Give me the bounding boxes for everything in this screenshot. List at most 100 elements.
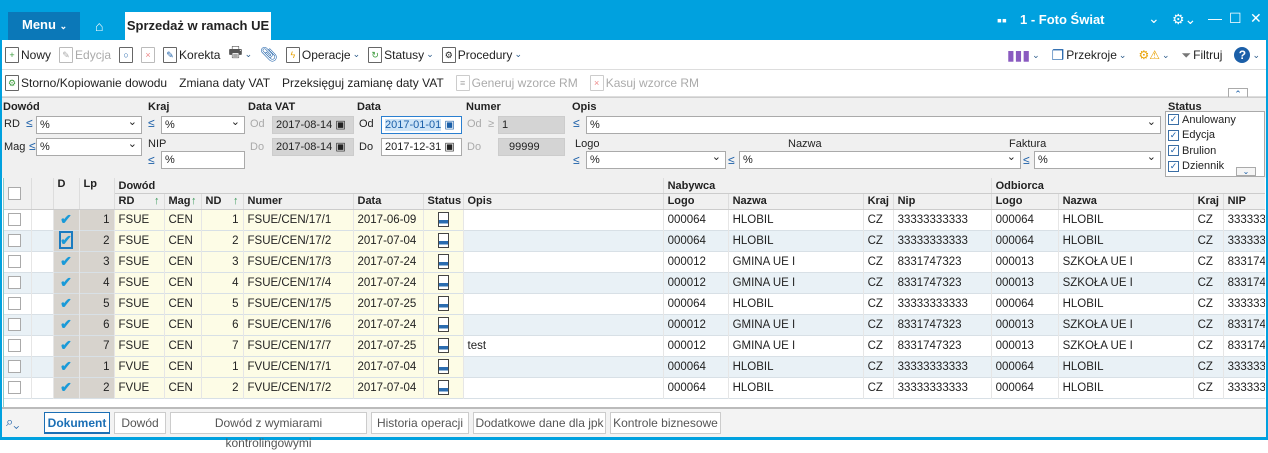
help-button[interactable]: ? ⌄ [1234, 47, 1260, 63]
le-operator[interactable]: ≤ [148, 153, 155, 167]
chart-button[interactable]: ▮▮▮ ⌄ [1007, 47, 1040, 64]
table-row[interactable]: ✔ 7 FSUE CEN 7 FSUE/CEN/17/7 2017-07-25 test 000… [4, 335, 1265, 356]
home-icon[interactable]: ⌂ [95, 18, 103, 34]
vat-date-from[interactable]: 2017-08-14 ▣ [272, 116, 354, 134]
nabywca-logo-header[interactable]: Logo [663, 193, 729, 210]
table-row[interactable]: ✔ 2 FVUE CEN 2 FVUE/CEN/17/2 2017-07-04 000064 H… [4, 377, 1265, 398]
le-operator[interactable]: ≤ [1023, 153, 1030, 167]
opis-column-header[interactable]: Opis [463, 193, 664, 210]
checked-icon[interactable]: ✔ [60, 379, 72, 395]
checked-icon[interactable]: ✔ [60, 337, 72, 353]
d-cell[interactable]: ✔ [53, 314, 80, 335]
data-column-header[interactable]: Data [353, 193, 424, 210]
row-checkbox[interactable] [8, 255, 21, 268]
repost-vat-button[interactable]: Przeksięguj zamianę daty VAT [282, 76, 444, 90]
checked-icon[interactable]: ✔ [60, 253, 72, 269]
nd-column-header[interactable]: ND ↑ [201, 193, 244, 210]
tab-dokument[interactable]: Dokument [44, 412, 110, 434]
d-cell[interactable]: ✔ [53, 293, 80, 314]
row-select-cell[interactable] [4, 209, 32, 230]
row-select-cell[interactable] [4, 377, 32, 398]
edit-button[interactable]: ✎ Edycja [59, 46, 111, 63]
d-cell[interactable]: ✔ [53, 230, 80, 251]
new-button[interactable]: + Nowy [5, 46, 51, 63]
number-to[interactable]: 99999 [498, 138, 565, 156]
lp-header[interactable]: Lp [79, 178, 115, 210]
le-operator[interactable]: ≤ [573, 116, 580, 130]
row-select-cell[interactable] [4, 230, 32, 251]
close-icon[interactable]: ✕ [1250, 10, 1262, 27]
row-checkbox[interactable] [8, 213, 21, 226]
d-cell[interactable]: ✔ [53, 272, 80, 293]
d-cell[interactable]: ✔ [53, 209, 80, 230]
table-row[interactable]: ✔ 1 FVUE CEN 1 FVUE/CEN/17/1 2017-07-04 000064 H… [4, 356, 1265, 377]
odbiorca-kraj-header[interactable]: Kraj [1193, 193, 1224, 210]
d-header[interactable]: D [53, 178, 80, 210]
table-row[interactable]: ✔ 4 FSUE CEN 4 FSUE/CEN/17/4 2017-07-24 000012 G… [4, 272, 1265, 293]
table-row[interactable]: ✔ 2 FSUE CEN 2 FSUE/CEN/17/2 2017-07-04 000064 H… [4, 230, 1265, 251]
rd-column-header[interactable]: RD ↑ [114, 193, 165, 210]
row-checkbox[interactable] [8, 297, 21, 310]
status-cell[interactable] [423, 209, 464, 230]
row-checkbox[interactable] [8, 318, 21, 331]
status-scroll-down-button[interactable]: ⌄ [1236, 167, 1256, 176]
status-list[interactable]: ✓ Anulowany ✓ Edycja ✓ Brulion ✓ Dziennik ⌄ [1165, 111, 1265, 177]
tab-sprzedaz-ue[interactable]: Sprzedaż w ramach UE [125, 12, 271, 40]
tab-dowod[interactable]: Dowód [114, 412, 166, 434]
tab-dowod-wymiary[interactable]: Dowód z wymiarami kontrolingowymi [170, 412, 367, 450]
odbiorca-nazwa-header[interactable]: Nazwa [1058, 193, 1194, 210]
rd-select[interactable]: % [36, 114, 142, 134]
storno-button[interactable]: ⚙ Storno/Kopiowanie dowodu [5, 75, 167, 91]
delete-rm-button[interactable]: × Kasuj wzorce RM [589, 75, 699, 91]
status-column-header[interactable]: Status [423, 193, 464, 210]
le-operator[interactable]: ≤ [573, 153, 580, 167]
status-cell[interactable] [423, 335, 464, 356]
preview-button[interactable]: ○ [119, 46, 134, 63]
nabywca-kraj-header[interactable]: Kraj [863, 193, 894, 210]
print-button[interactable]: 🖶 ⌄ [228, 42, 252, 67]
status-cell[interactable] [423, 377, 464, 398]
status-anulowany[interactable]: ✓ Anulowany [1168, 112, 1264, 128]
operations-button[interactable]: ϟ Operacje ⌄ [285, 46, 360, 63]
menu-button[interactable]: Menu ⌄ [8, 12, 80, 40]
row-checkbox[interactable] [8, 339, 21, 352]
checked-icon[interactable]: ✔ [60, 274, 72, 290]
maximize-icon[interactable]: ☐ [1229, 10, 1242, 27]
checked-icon[interactable]: ✔ [60, 316, 72, 332]
odbiorca-nip-header[interactable]: NIP [1223, 193, 1265, 210]
table-row[interactable]: ✔ 3 FSUE CEN 3 FSUE/CEN/17/3 2017-07-24 000012 G… [4, 251, 1265, 272]
le-operator[interactable]: ≤ [148, 116, 155, 130]
checked-icon[interactable]: ✔ [59, 231, 73, 249]
checked-icon[interactable]: ✔ [60, 358, 72, 374]
mag-column-header[interactable]: Mag ↑ [164, 193, 202, 210]
statuses-button[interactable]: ↻ Statusy ⌄ [368, 46, 434, 63]
row-checkbox[interactable] [8, 360, 21, 373]
row-select-cell[interactable] [4, 335, 32, 356]
status-cell[interactable] [423, 356, 464, 377]
date-to[interactable]: 2017-12-31 ▣ [381, 138, 462, 156]
nazwa-select[interactable]: % [739, 149, 1021, 169]
le-operator[interactable]: ≤ [29, 139, 36, 153]
delete-button[interactable]: × [141, 46, 156, 63]
select-all-checkbox[interactable] [8, 186, 21, 200]
filter-button[interactable]: ⏷ Filtruj [1182, 48, 1223, 63]
checked-icon[interactable]: ✔ [60, 211, 72, 227]
company-selector[interactable]: 1 - Foto Świat [1020, 12, 1105, 27]
kraj-select[interactable]: % [161, 114, 245, 134]
chevron-down-icon[interactable]: ⌄ [1148, 10, 1160, 27]
status-brulion[interactable]: ✓ Brulion [1168, 143, 1264, 159]
faktura-select[interactable]: % [1034, 149, 1161, 169]
row-select-cell[interactable] [4, 356, 32, 377]
d-cell[interactable]: ✔ [53, 356, 80, 377]
row-select-cell[interactable] [4, 251, 32, 272]
search-panel-icon[interactable]: ⌕⌄ [6, 414, 19, 430]
nip-input[interactable]: % [161, 151, 245, 169]
status-edycja[interactable]: ✓ Edycja [1168, 128, 1264, 144]
table-row[interactable]: ✔ 5 FSUE CEN 5 FSUE/CEN/17/5 2017-07-25 000064 H… [4, 293, 1265, 314]
logo-select[interactable]: % [586, 149, 726, 169]
row-checkbox[interactable] [8, 276, 21, 289]
le-operator[interactable]: ≤ [26, 116, 33, 130]
status-cell[interactable] [423, 230, 464, 251]
gear-icon[interactable]: ⚙⌄ [1172, 11, 1196, 28]
row-select-cell[interactable] [4, 293, 32, 314]
